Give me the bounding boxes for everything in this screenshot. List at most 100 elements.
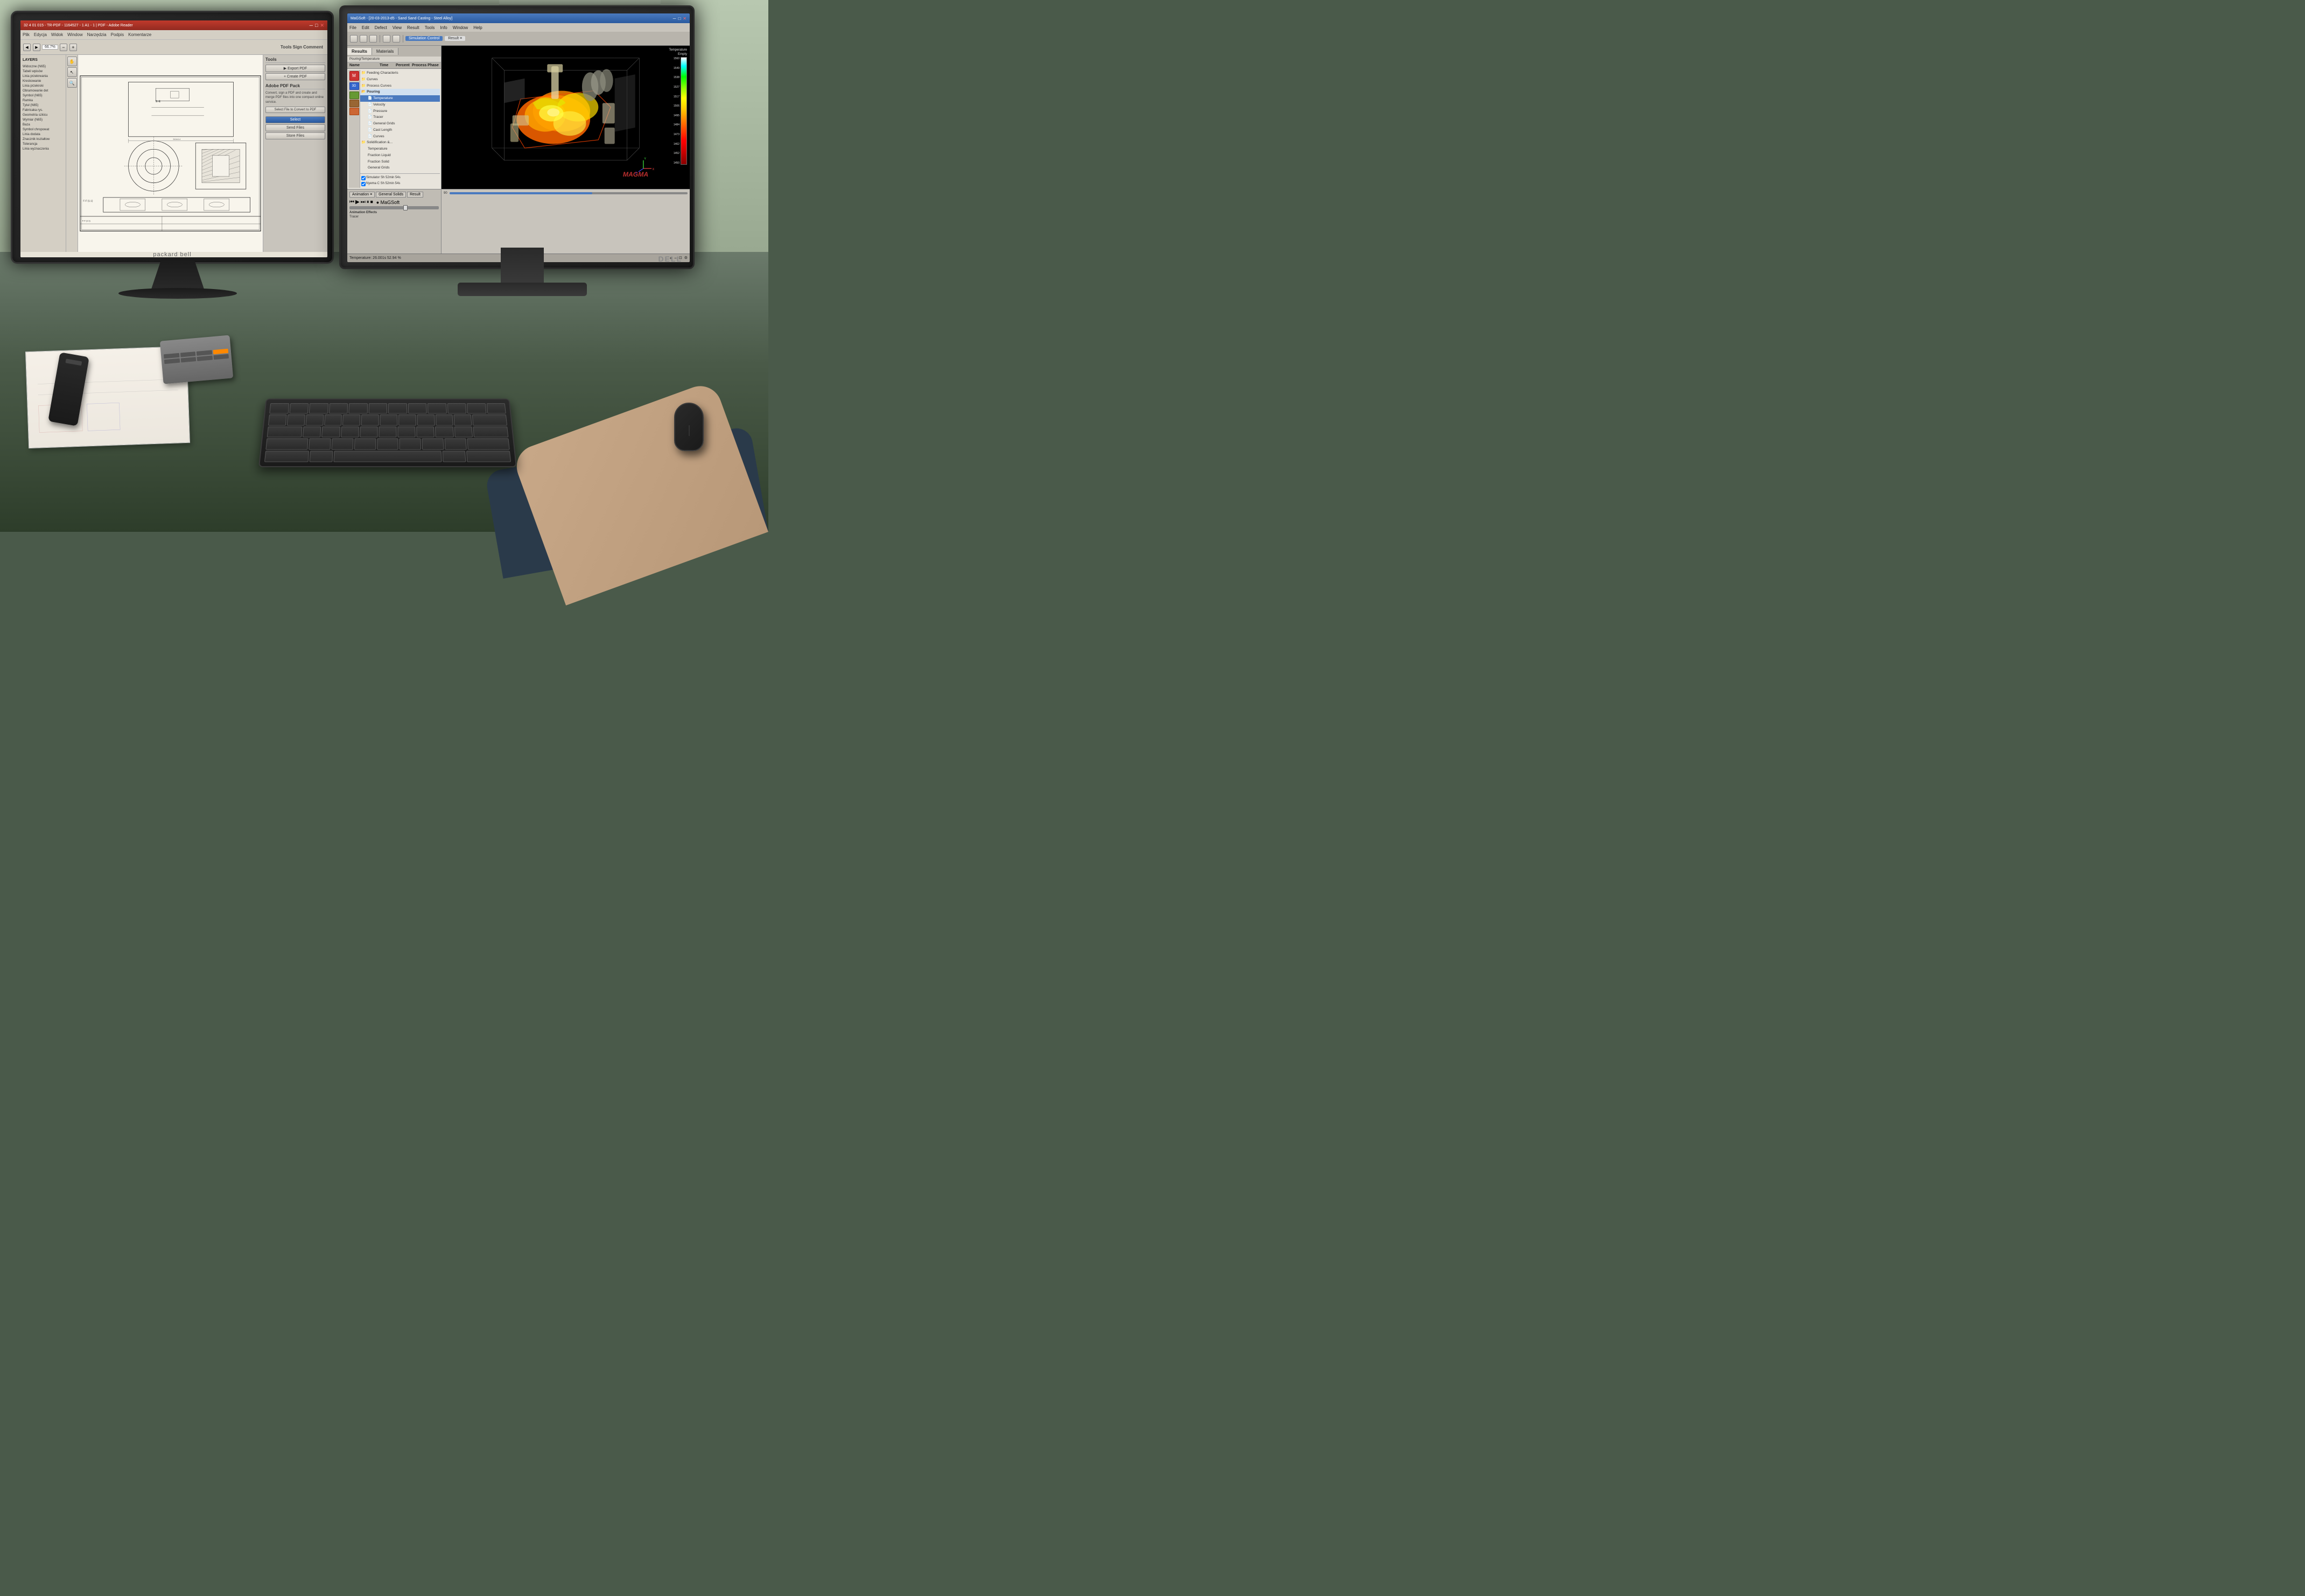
result-icon[interactable] xyxy=(349,108,359,115)
toolbar-new[interactable] xyxy=(350,35,358,43)
key[interactable] xyxy=(408,403,426,414)
key-backspace[interactable] xyxy=(472,414,507,425)
export-pdf-button[interactable]: ▶ Export PDF xyxy=(265,65,325,72)
layer-item[interactable]: Linia przekroki xyxy=(23,84,64,89)
key[interactable] xyxy=(309,403,328,414)
layer-item[interactable]: Fabricaka rys. xyxy=(23,108,64,113)
key[interactable] xyxy=(416,426,435,437)
key[interactable] xyxy=(342,414,360,425)
store-files-button[interactable]: Store Files xyxy=(265,132,325,139)
key[interactable] xyxy=(287,414,305,425)
tree-item-temp2[interactable]: Temperature xyxy=(360,146,440,152)
layer-item[interactable]: Widoczne (N65) xyxy=(23,65,64,69)
layer-item[interactable]: Znacznik kształtow xyxy=(23,137,64,142)
layer-item[interactable]: Tabeli wpisów xyxy=(23,69,64,74)
toolbar-open[interactable] xyxy=(360,35,367,43)
pause-button[interactable]: ⏸ xyxy=(367,199,369,205)
mouse[interactable] xyxy=(674,403,704,451)
stop-button[interactable]: ⏹ xyxy=(370,199,373,205)
layer-item[interactable]: Geometria szkicu xyxy=(23,113,64,118)
key[interactable] xyxy=(447,403,466,414)
layer-item[interactable]: Linia dodata xyxy=(23,132,64,137)
keyboard[interactable] xyxy=(258,398,517,467)
menu-help[interactable]: Help xyxy=(473,25,482,30)
simulation-control-tab[interactable]: Simulation Control xyxy=(405,36,443,41)
toolbar-save[interactable] xyxy=(369,35,377,43)
key[interactable] xyxy=(380,414,398,425)
close-button[interactable]: ✕ xyxy=(320,23,324,29)
play-prev-button[interactable]: ⏮ xyxy=(349,199,354,205)
layer-item[interactable]: Baza xyxy=(23,123,64,128)
select-button[interactable]: Select xyxy=(265,116,325,123)
key-ctrl[interactable] xyxy=(466,451,511,462)
cad-drawing-area[interactable]: F-F (1:1) E-E xyxy=(78,55,263,252)
key-enter[interactable] xyxy=(473,426,508,437)
layer-item[interactable]: Tytuł (N65) xyxy=(23,103,64,108)
menu-view[interactable]: View xyxy=(393,25,402,30)
key[interactable] xyxy=(322,426,340,437)
key[interactable] xyxy=(388,403,407,414)
menu-window[interactable]: Window xyxy=(453,25,468,30)
minimize-button[interactable]: ─ xyxy=(310,23,313,28)
animation-slider[interactable] xyxy=(349,206,439,209)
key[interactable] xyxy=(354,438,376,449)
key[interactable] xyxy=(436,414,453,425)
create-pdf-button[interactable]: + Create PDF xyxy=(265,73,325,80)
tree-folder-feeding[interactable]: 📁Feeding Characteris xyxy=(360,70,440,76)
key[interactable] xyxy=(454,426,472,437)
layer-item[interactable]: Symbol chropowat xyxy=(23,128,64,132)
minimize-button[interactable]: ─ xyxy=(673,16,676,21)
key[interactable] xyxy=(377,438,398,449)
tree-item-cast-length[interactable]: 📄Cast Length xyxy=(360,127,440,133)
key[interactable] xyxy=(368,403,387,414)
magma-3d-viewport[interactable]: MAGMA X Y Z xyxy=(442,46,690,189)
key[interactable] xyxy=(324,414,342,425)
zoom-tool[interactable]: 🔍 xyxy=(67,78,77,88)
zoom-in[interactable]: + xyxy=(69,44,77,51)
monitor-right-screen[interactable]: MaGSoft - [20-03-2013-d5 - Sand Sand Cas… xyxy=(347,13,690,262)
key-tab[interactable] xyxy=(267,426,303,437)
layer-item[interactable]: Symbol (N65) xyxy=(23,94,64,99)
menu-view[interactable]: Widok xyxy=(51,32,63,37)
key-alt[interactable] xyxy=(310,451,333,462)
select-file-convert-button[interactable]: Select File to Convert to PDF xyxy=(265,107,325,113)
close-button[interactable]: ✕ xyxy=(683,16,686,21)
key[interactable] xyxy=(303,426,321,437)
tree-item-velocity[interactable]: 📄Velocity xyxy=(360,102,440,108)
key[interactable] xyxy=(398,414,416,425)
tree-item-general-grids2[interactable]: General Grids xyxy=(360,165,440,171)
tree-item-fraction-liquid[interactable]: Fraction Liquid xyxy=(360,152,440,159)
slider-thumb[interactable] xyxy=(403,205,408,210)
key[interactable] xyxy=(309,438,331,449)
key[interactable] xyxy=(454,414,472,425)
maximize-button[interactable]: □ xyxy=(315,23,318,28)
key[interactable] xyxy=(444,438,466,449)
key[interactable] xyxy=(467,403,486,414)
mat-icon[interactable] xyxy=(349,100,359,107)
tree-item-pressure[interactable]: 📄Pressure xyxy=(360,108,440,115)
tree-folder-pouring[interactable]: 📂Pouring xyxy=(360,89,440,95)
sim-entry-2[interactable]: Nyema C Sh 52min 54s xyxy=(360,181,440,187)
result-tab[interactable]: Result ≡ xyxy=(445,36,465,41)
monitor-left-screen[interactable]: 32 4 01 015 - TR-PDF - 1164527 - 1 A1 - … xyxy=(20,20,327,257)
tree-folder-process-curves[interactable]: 📁Process Curves xyxy=(360,83,440,89)
key[interactable] xyxy=(486,403,506,414)
key[interactable] xyxy=(332,438,354,449)
key-shift-right[interactable] xyxy=(467,438,510,449)
key[interactable] xyxy=(268,414,286,425)
menu-tools[interactable]: Tools xyxy=(425,25,435,30)
sim-entry-1[interactable]: Simulator Sh 52min 54s xyxy=(360,175,440,181)
general-solids-tab[interactable]: General Solids xyxy=(376,192,406,198)
key-ctrl[interactable] xyxy=(264,451,309,462)
toolbar-undo[interactable] xyxy=(383,35,390,43)
menu-file[interactable]: File xyxy=(349,25,356,30)
layer-item[interactable]: Wymiar (N65) xyxy=(23,118,64,123)
toolbar-back[interactable]: ◀ xyxy=(23,44,31,51)
key[interactable] xyxy=(435,426,453,437)
key[interactable] xyxy=(348,403,367,414)
hand-tool[interactable]: ✋ xyxy=(67,57,77,66)
results-tab[interactable]: Results xyxy=(347,48,372,55)
send-files-button[interactable]: Send Files xyxy=(265,124,325,131)
tree-folder-solidification[interactable]: 📁Solidification &... xyxy=(360,139,440,146)
menu-file[interactable]: Plik xyxy=(23,32,30,37)
